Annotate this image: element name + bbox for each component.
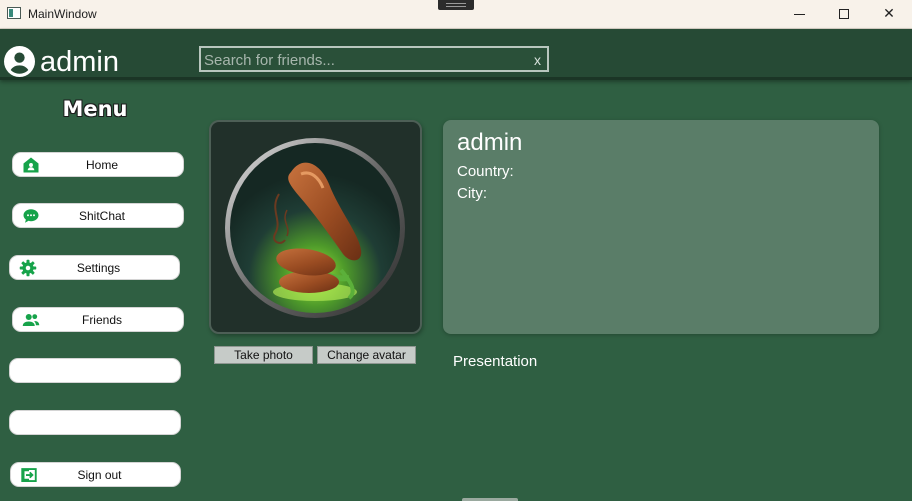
profile-country: Country: — [457, 163, 514, 180]
close-icon: ✕ — [883, 5, 895, 21]
maximize-button[interactable] — [821, 0, 867, 29]
profile-card: admin Country: City: — [443, 120, 879, 334]
menu-title: Menu — [62, 97, 128, 121]
sidebar-item-friends[interactable]: Friends — [12, 307, 184, 332]
presentation-label: Presentation — [453, 353, 538, 370]
account-circle-icon — [4, 46, 35, 77]
sidebar-item-label: Settings — [76, 261, 121, 275]
window-title: MainWindow — [28, 7, 97, 21]
sidebar-item-sign-out[interactable]: Sign out — [10, 462, 181, 487]
maximize-icon — [839, 9, 849, 20]
clear-search-button[interactable]: x — [534, 50, 541, 70]
header-username: admin — [40, 46, 119, 78]
close-button[interactable]: ✕ — [866, 0, 912, 29]
avatar-image — [225, 138, 405, 318]
country-label: Country: — [457, 163, 514, 180]
search-box: x — [199, 46, 549, 72]
sidebar-item-settings[interactable]: Settings — [9, 255, 180, 280]
minimize-button[interactable] — [776, 0, 822, 29]
snap-grip[interactable] — [438, 0, 474, 10]
take-photo-button[interactable]: Take photo — [214, 346, 313, 364]
search-input[interactable] — [204, 50, 524, 70]
app-header: admin x — [0, 29, 912, 80]
sidebar-item-shitchat[interactable]: ShitChat — [12, 203, 184, 228]
sidebar-item-empty-2[interactable] — [9, 410, 181, 435]
app-icon — [7, 7, 21, 19]
change-avatar-button[interactable]: Change avatar — [317, 346, 416, 364]
avatar-panel — [209, 120, 422, 334]
sidebar-item-label: ShitChat — [78, 209, 126, 223]
profile-city: City: — [457, 185, 487, 202]
sidebar-item-label: Sign out — [77, 468, 122, 482]
sidebar-item-empty-1[interactable] — [9, 358, 181, 383]
title-bar: MainWindow ✕ — [0, 0, 912, 29]
sidebar-item-label: Home — [85, 158, 118, 172]
minimize-icon — [793, 13, 805, 15]
sidebar-item-home[interactable]: Home — [12, 152, 184, 177]
profile-name: admin — [457, 129, 523, 156]
city-label: City: — [457, 185, 487, 202]
sidebar-item-label: Friends — [81, 313, 122, 327]
